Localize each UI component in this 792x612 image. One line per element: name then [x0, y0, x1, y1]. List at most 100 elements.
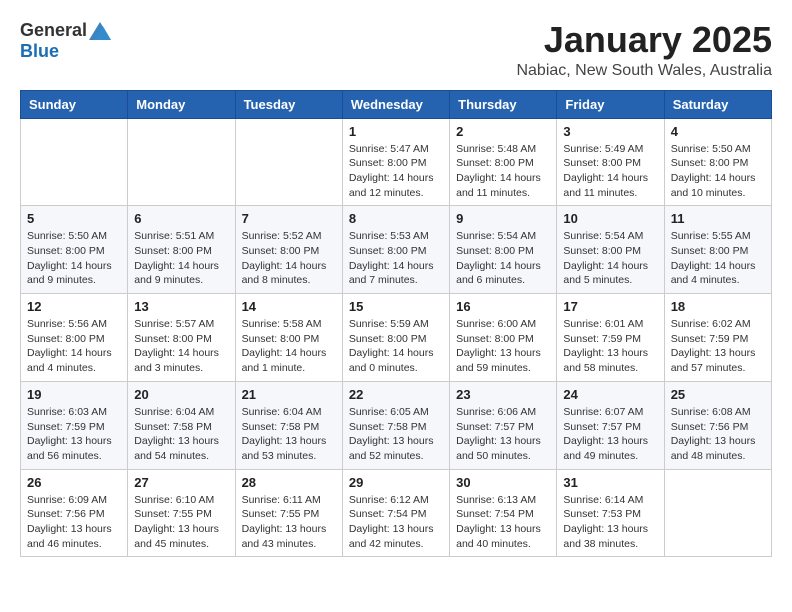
cell-daylight-info: Sunrise: 6:08 AM Sunset: 7:56 PM Dayligh… — [671, 405, 765, 464]
cell-day-number: 13 — [134, 299, 228, 314]
cell-daylight-info: Sunrise: 6:06 AM Sunset: 7:57 PM Dayligh… — [456, 405, 550, 464]
header-monday: Monday — [128, 90, 235, 118]
cell-daylight-info: Sunrise: 6:12 AM Sunset: 7:54 PM Dayligh… — [349, 493, 443, 552]
cell-daylight-info: Sunrise: 6:09 AM Sunset: 7:56 PM Dayligh… — [27, 493, 121, 552]
cell-daylight-info: Sunrise: 5:52 AM Sunset: 8:00 PM Dayligh… — [242, 229, 336, 288]
cell-day-number: 30 — [456, 475, 550, 490]
table-row: 23 Sunrise: 6:06 AM Sunset: 7:57 PM Dayli… — [450, 381, 557, 469]
header-sunday: Sunday — [21, 90, 128, 118]
table-row: 26 Sunrise: 6:09 AM Sunset: 7:56 PM Dayli… — [21, 469, 128, 557]
table-row: 8 Sunrise: 5:53 AM Sunset: 8:00 PM Daylig… — [342, 206, 449, 294]
cell-day-number: 19 — [27, 387, 121, 402]
cell-daylight-info: Sunrise: 5:50 AM Sunset: 8:00 PM Dayligh… — [27, 229, 121, 288]
cell-daylight-info: Sunrise: 5:51 AM Sunset: 8:00 PM Dayligh… — [134, 229, 228, 288]
table-row: 20 Sunrise: 6:04 AM Sunset: 7:58 PM Dayli… — [128, 381, 235, 469]
table-row — [21, 118, 128, 206]
cell-day-number: 8 — [349, 211, 443, 226]
cell-day-number: 20 — [134, 387, 228, 402]
cell-day-number: 28 — [242, 475, 336, 490]
header-wednesday: Wednesday — [342, 90, 449, 118]
table-row: 28Sunrise: 6:11 AM Sunset: 7:55 PM Dayli… — [235, 469, 342, 557]
table-row: 27 Sunrise: 6:10 AM Sunset: 7:55 PM Dayli… — [128, 469, 235, 557]
cell-daylight-info: Sunrise: 5:59 AM Sunset: 8:00 PM Dayligh… — [349, 317, 443, 376]
cell-day-number: 22 — [349, 387, 443, 402]
table-row: 9Sunrise: 5:54 AM Sunset: 8:00 PM Daylig… — [450, 206, 557, 294]
table-row: 6Sunrise: 5:51 AM Sunset: 8:00 PM Daylig… — [128, 206, 235, 294]
cell-day-number: 10 — [563, 211, 657, 226]
cell-day-number: 16 — [456, 299, 550, 314]
location-subtitle: Nabiac, New South Wales, Australia — [516, 62, 772, 80]
table-row: 24Sunrise: 6:07 AM Sunset: 7:57 PM Dayli… — [557, 381, 664, 469]
cell-day-number: 1 — [349, 124, 443, 139]
cell-daylight-info: Sunrise: 5:56 AM Sunset: 8:00 PM Dayligh… — [27, 317, 121, 376]
table-row: 29 Sunrise: 6:12 AM Sunset: 7:54 PM Dayli… — [342, 469, 449, 557]
cell-daylight-info: Sunrise: 5:48 AM Sunset: 8:00 PM Dayligh… — [456, 142, 550, 201]
cell-daylight-info: Sunrise: 6:14 AM Sunset: 7:53 PM Dayligh… — [563, 493, 657, 552]
table-row: 31 Sunrise: 6:14 AM Sunset: 7:53 PM Dayli… — [557, 469, 664, 557]
cell-day-number: 26 — [27, 475, 121, 490]
cell-daylight-info: Sunrise: 6:04 AM Sunset: 7:58 PM Dayligh… — [134, 405, 228, 464]
cell-day-number: 14 — [242, 299, 336, 314]
cell-day-number: 3 — [563, 124, 657, 139]
table-row: 4 Sunrise: 5:50 AM Sunset: 8:00 PM Daylig… — [664, 118, 771, 206]
cell-day-number: 7 — [242, 211, 336, 226]
cell-day-number: 23 — [456, 387, 550, 402]
cell-daylight-info: Sunrise: 5:57 AM Sunset: 8:00 PM Dayligh… — [134, 317, 228, 376]
cell-daylight-info: Sunrise: 6:01 AM Sunset: 7:59 PM Dayligh… — [563, 317, 657, 376]
table-row: 3 Sunrise: 5:49 AM Sunset: 8:00 PM Daylig… — [557, 118, 664, 206]
table-row: 11 Sunrise: 5:55 AM Sunset: 8:00 PM Dayli… — [664, 206, 771, 294]
table-row: 12 Sunrise: 5:56 AM Sunset: 8:00 PM Dayli… — [21, 294, 128, 382]
calendar-week-row: 1 Sunrise: 5:47 AM Sunset: 8:00 PM Daylig… — [21, 118, 772, 206]
cell-daylight-info: Sunrise: 5:49 AM Sunset: 8:00 PM Dayligh… — [563, 142, 657, 201]
title-block: January 2025 Nabiac, New South Wales, Au… — [516, 20, 772, 80]
cell-day-number: 31 — [563, 475, 657, 490]
header-friday: Friday — [557, 90, 664, 118]
table-row: 13 Sunrise: 5:57 AM Sunset: 8:00 PM Dayli… — [128, 294, 235, 382]
cell-day-number: 21 — [242, 387, 336, 402]
table-row — [235, 118, 342, 206]
cell-day-number: 17 — [563, 299, 657, 314]
table-row: 10Sunrise: 5:54 AM Sunset: 8:00 PM Dayli… — [557, 206, 664, 294]
table-row: 2 Sunrise: 5:48 AM Sunset: 8:00 PM Daylig… — [450, 118, 557, 206]
cell-daylight-info: Sunrise: 5:55 AM Sunset: 8:00 PM Dayligh… — [671, 229, 765, 288]
cell-day-number: 9 — [456, 211, 550, 226]
header-saturday: Saturday — [664, 90, 771, 118]
cell-daylight-info: Sunrise: 5:53 AM Sunset: 8:00 PM Dayligh… — [349, 229, 443, 288]
table-row: 14Sunrise: 5:58 AM Sunset: 8:00 PM Dayli… — [235, 294, 342, 382]
month-title: January 2025 — [516, 20, 772, 60]
cell-daylight-info: Sunrise: 6:07 AM Sunset: 7:57 PM Dayligh… — [563, 405, 657, 464]
logo-general: General — [20, 20, 87, 41]
table-row: 22Sunrise: 6:05 AM Sunset: 7:58 PM Dayli… — [342, 381, 449, 469]
cell-daylight-info: Sunrise: 6:10 AM Sunset: 7:55 PM Dayligh… — [134, 493, 228, 552]
cell-daylight-info: Sunrise: 5:50 AM Sunset: 8:00 PM Dayligh… — [671, 142, 765, 201]
table-row: 18Sunrise: 6:02 AM Sunset: 7:59 PM Dayli… — [664, 294, 771, 382]
calendar-week-row: 26 Sunrise: 6:09 AM Sunset: 7:56 PM Dayli… — [21, 469, 772, 557]
cell-day-number: 2 — [456, 124, 550, 139]
cell-daylight-info: Sunrise: 5:47 AM Sunset: 8:00 PM Dayligh… — [349, 142, 443, 201]
logo: General Blue — [20, 20, 111, 62]
cell-daylight-info: Sunrise: 6:13 AM Sunset: 7:54 PM Dayligh… — [456, 493, 550, 552]
table-row: 21 Sunrise: 6:04 AM Sunset: 7:58 PM Dayli… — [235, 381, 342, 469]
cell-daylight-info: Sunrise: 6:04 AM Sunset: 7:58 PM Dayligh… — [242, 405, 336, 464]
cell-day-number: 27 — [134, 475, 228, 490]
logo-blue: Blue — [20, 41, 59, 61]
cell-day-number: 12 — [27, 299, 121, 314]
table-row: 30 Sunrise: 6:13 AM Sunset: 7:54 PM Dayli… — [450, 469, 557, 557]
cell-day-number: 25 — [671, 387, 765, 402]
cell-day-number: 29 — [349, 475, 443, 490]
table-row: 25 Sunrise: 6:08 AM Sunset: 7:56 PM Dayli… — [664, 381, 771, 469]
cell-day-number: 4 — [671, 124, 765, 139]
table-row: 16Sunrise: 6:00 AM Sunset: 8:00 PM Dayli… — [450, 294, 557, 382]
page-header: General Blue January 2025 Nabiac, New So… — [20, 20, 772, 80]
cell-day-number: 11 — [671, 211, 765, 226]
table-row: 7 Sunrise: 5:52 AM Sunset: 8:00 PM Daylig… — [235, 206, 342, 294]
calendar-table: Sunday Monday Tuesday Wednesday Thursday… — [20, 90, 772, 558]
table-row: 1 Sunrise: 5:47 AM Sunset: 8:00 PM Daylig… — [342, 118, 449, 206]
cell-day-number: 5 — [27, 211, 121, 226]
table-row — [128, 118, 235, 206]
calendar-week-row: 12 Sunrise: 5:56 AM Sunset: 8:00 PM Dayli… — [21, 294, 772, 382]
cell-day-number: 15 — [349, 299, 443, 314]
table-row: 15 Sunrise: 5:59 AM Sunset: 8:00 PM Dayli… — [342, 294, 449, 382]
cell-day-number: 18 — [671, 299, 765, 314]
table-row: 19Sunrise: 6:03 AM Sunset: 7:59 PM Dayli… — [21, 381, 128, 469]
